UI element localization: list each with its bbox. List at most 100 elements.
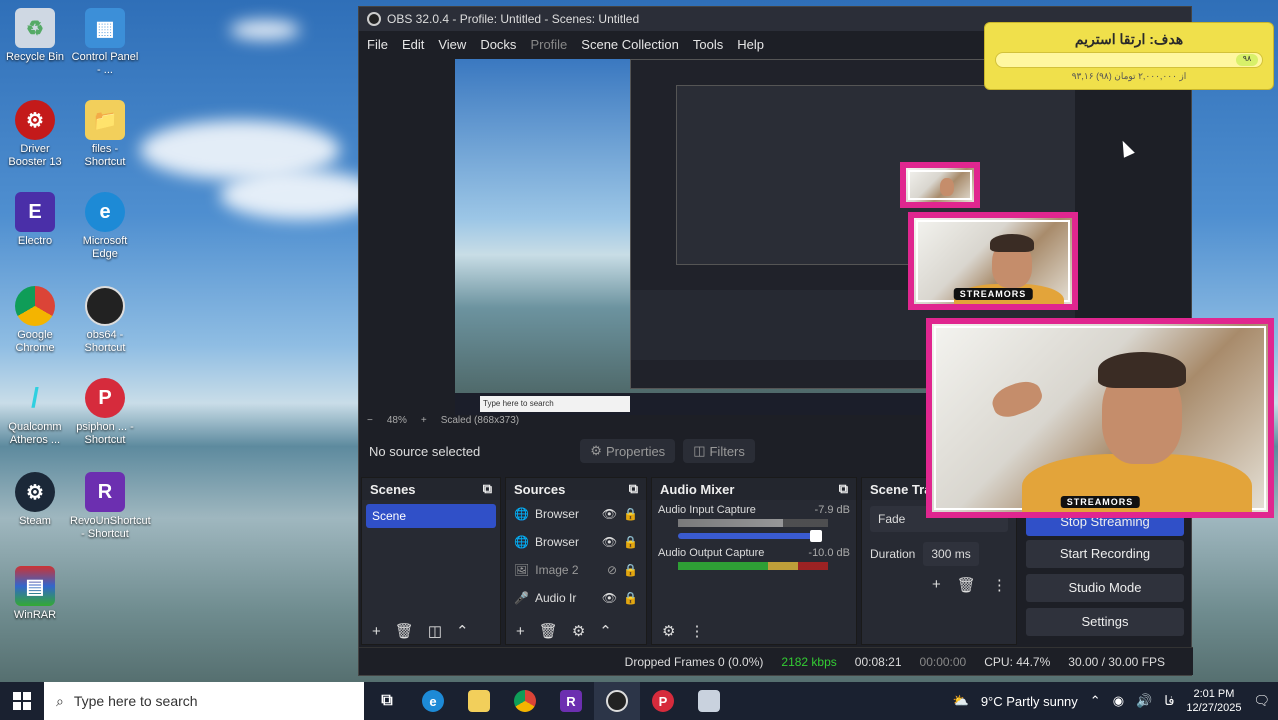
desktop-icon-chrome[interactable]: Google Chrome: [0, 286, 70, 355]
start-recording-button[interactable]: Start Recording: [1026, 540, 1184, 568]
webcam-tag: STREAMORS: [953, 288, 1033, 300]
desktop-icon-steam[interactable]: ⚙ Steam: [0, 472, 70, 528]
zoom-out-button[interactable]: −: [367, 415, 373, 426]
menu-help[interactable]: Help: [737, 37, 764, 52]
transition-menu-icon[interactable]: ⋮: [992, 576, 1007, 594]
weather[interactable]: 9°C Partly sunny: [981, 694, 1078, 709]
move-up-button[interactable]: ⌃: [599, 622, 612, 640]
eye-icon[interactable]: 👁: [602, 535, 617, 549]
add-transition-button[interactable]: +: [932, 576, 941, 594]
menu-tools[interactable]: Tools: [693, 37, 723, 52]
duration-input[interactable]: 300 ms: [923, 542, 979, 566]
taskbar-search[interactable]: ⌕ Type here to search: [44, 682, 364, 720]
remove-scene-button[interactable]: 🗑: [395, 622, 414, 640]
taskbar-psiphon[interactable]: P: [640, 682, 686, 720]
chrome-icon: [15, 286, 55, 326]
task-view-button[interactable]: ⧉: [364, 682, 410, 720]
taskbar-app[interactable]: [686, 682, 732, 720]
advanced-audio-icon[interactable]: ⚙: [662, 622, 675, 640]
network-icon[interactable]: ◉: [1113, 693, 1124, 709]
volume-meter: [678, 562, 828, 570]
lock-icon[interactable]: 🔒: [623, 507, 638, 521]
source-item[interactable]: 🌐 Browser 👁 🔒: [506, 500, 646, 528]
desktop-icon-driver-booster[interactable]: ⚙ Driver Booster 13: [0, 100, 70, 169]
desktop-icon-electro[interactable]: E Electro: [0, 192, 70, 248]
start-button[interactable]: [0, 682, 44, 720]
menu-scene-collection[interactable]: Scene Collection: [581, 37, 679, 52]
volume-slider[interactable]: [678, 530, 822, 542]
menu-profile[interactable]: Profile: [530, 37, 567, 52]
psiphon-icon: P: [85, 378, 125, 418]
lock-icon[interactable]: 🔒: [623, 591, 638, 605]
menu-file[interactable]: File: [367, 37, 388, 52]
scene-filters-button[interactable]: ◫: [428, 622, 442, 640]
add-scene-button[interactable]: +: [372, 623, 381, 640]
source-settings-button[interactable]: ⚙: [572, 622, 585, 640]
taskbar-chrome[interactable]: [502, 682, 548, 720]
record-time: 00:00:00: [919, 654, 967, 669]
desktop-icon-files[interactable]: 📁 files - Shortcut: [70, 100, 140, 169]
obs-icon: [85, 286, 125, 326]
desktop-icon-qualcomm[interactable]: / Qualcomm Atheros ...: [0, 378, 70, 447]
obs-icon: [606, 690, 628, 712]
language-indicator[interactable]: فا: [1164, 693, 1174, 709]
taskbar-explorer[interactable]: [456, 682, 502, 720]
taskbar-edge[interactable]: e: [410, 682, 456, 720]
desktop-icon-control-panel[interactable]: ▦ Control Panel - ...: [70, 8, 140, 77]
undock-icon[interactable]: ⧉: [839, 481, 848, 497]
edge-icon: e: [85, 192, 125, 232]
taskbar-revo[interactable]: R: [548, 682, 594, 720]
mixer-menu-icon[interactable]: ⋮: [689, 622, 704, 640]
source-item[interactable]: 🖼 Image 2 ⊘ 🔒: [506, 556, 646, 584]
speaker-icon[interactable]: 🔊: [1136, 693, 1152, 709]
dropped-frames: Dropped Frames 0 (0.0%): [624, 654, 764, 669]
desktop-icon-revo[interactable]: R RevoUnShortcut - Shortcut: [70, 472, 151, 541]
bitrate: 2182 kbps: [781, 654, 837, 669]
control-panel-icon: ▦: [85, 8, 125, 48]
desktop-icon-recycle-bin[interactable]: ♻ Recycle Bin: [0, 8, 70, 64]
filters-button[interactable]: ◫ Filters: [683, 439, 755, 463]
menu-edit[interactable]: Edit: [402, 37, 424, 52]
scene-item[interactable]: Scene: [366, 504, 496, 528]
undock-icon[interactable]: ⧉: [483, 481, 492, 497]
source-item[interactable]: 🎤 Audio Ir 👁 🔒: [506, 584, 646, 612]
scenes-dock: Scenes ⧉ Scene + 🗑 ◫ ⌃: [361, 477, 501, 645]
menu-docks[interactable]: Docks: [480, 37, 516, 52]
eye-icon[interactable]: 👁: [602, 591, 617, 605]
taskbar-obs[interactable]: [594, 682, 640, 720]
revo-icon: R: [85, 472, 125, 512]
lock-icon[interactable]: 🔒: [623, 535, 638, 549]
chevron-up-icon[interactable]: ⌃: [1090, 693, 1101, 709]
webcam-frame-small: [900, 162, 980, 208]
properties-button[interactable]: ⚙ Properties: [580, 439, 676, 463]
lock-icon[interactable]: 🔒: [623, 563, 638, 577]
source-item[interactable]: 🌐 Browser 👁 🔒: [506, 528, 646, 556]
cloud: [230, 20, 300, 40]
desktop-icon-psiphon[interactable]: P psiphon ... - Shortcut: [70, 378, 140, 447]
donation-amount: ۹۳,۱۶ از ۲,۰۰۰,۰۰۰ تومان (۹۸): [1071, 71, 1187, 81]
fps: 30.00 / 30.00 FPS: [1068, 654, 1165, 669]
move-up-button[interactable]: ⌃: [456, 622, 469, 640]
clock[interactable]: 2:01 PM 12/27/2025: [1186, 687, 1241, 715]
menu-view[interactable]: View: [438, 37, 466, 52]
eye-icon[interactable]: 👁: [602, 507, 617, 521]
sources-footer: + 🗑 ⚙ ⌃: [506, 618, 646, 644]
driver-booster-icon: ⚙: [15, 100, 55, 140]
desktop-icon-obs[interactable]: obs64 - Shortcut: [70, 286, 140, 355]
desktop-icon-winrar[interactable]: ▤ WinRAR: [0, 566, 70, 622]
desktop-icon-edge[interactable]: e Microsoft Edge: [70, 192, 140, 261]
zoom-in-button[interactable]: +: [421, 415, 427, 426]
globe-icon: 🌐: [514, 507, 529, 521]
notifications-icon[interactable]: 🗨: [1253, 693, 1270, 709]
edge-icon: e: [422, 690, 444, 712]
task-view-icon: ⧉: [381, 692, 393, 709]
eye-hidden-icon[interactable]: ⊘: [607, 563, 617, 577]
remove-transition-button[interactable]: 🗑: [957, 576, 976, 594]
preview-search: Type here to search: [480, 396, 630, 412]
undock-icon[interactable]: ⧉: [629, 481, 638, 497]
scenes-header: Scenes ⧉: [362, 478, 500, 500]
add-source-button[interactable]: +: [516, 623, 525, 640]
studio-mode-button[interactable]: Studio Mode: [1026, 574, 1184, 602]
remove-source-button[interactable]: 🗑: [539, 622, 558, 640]
settings-button[interactable]: Settings: [1026, 608, 1184, 636]
